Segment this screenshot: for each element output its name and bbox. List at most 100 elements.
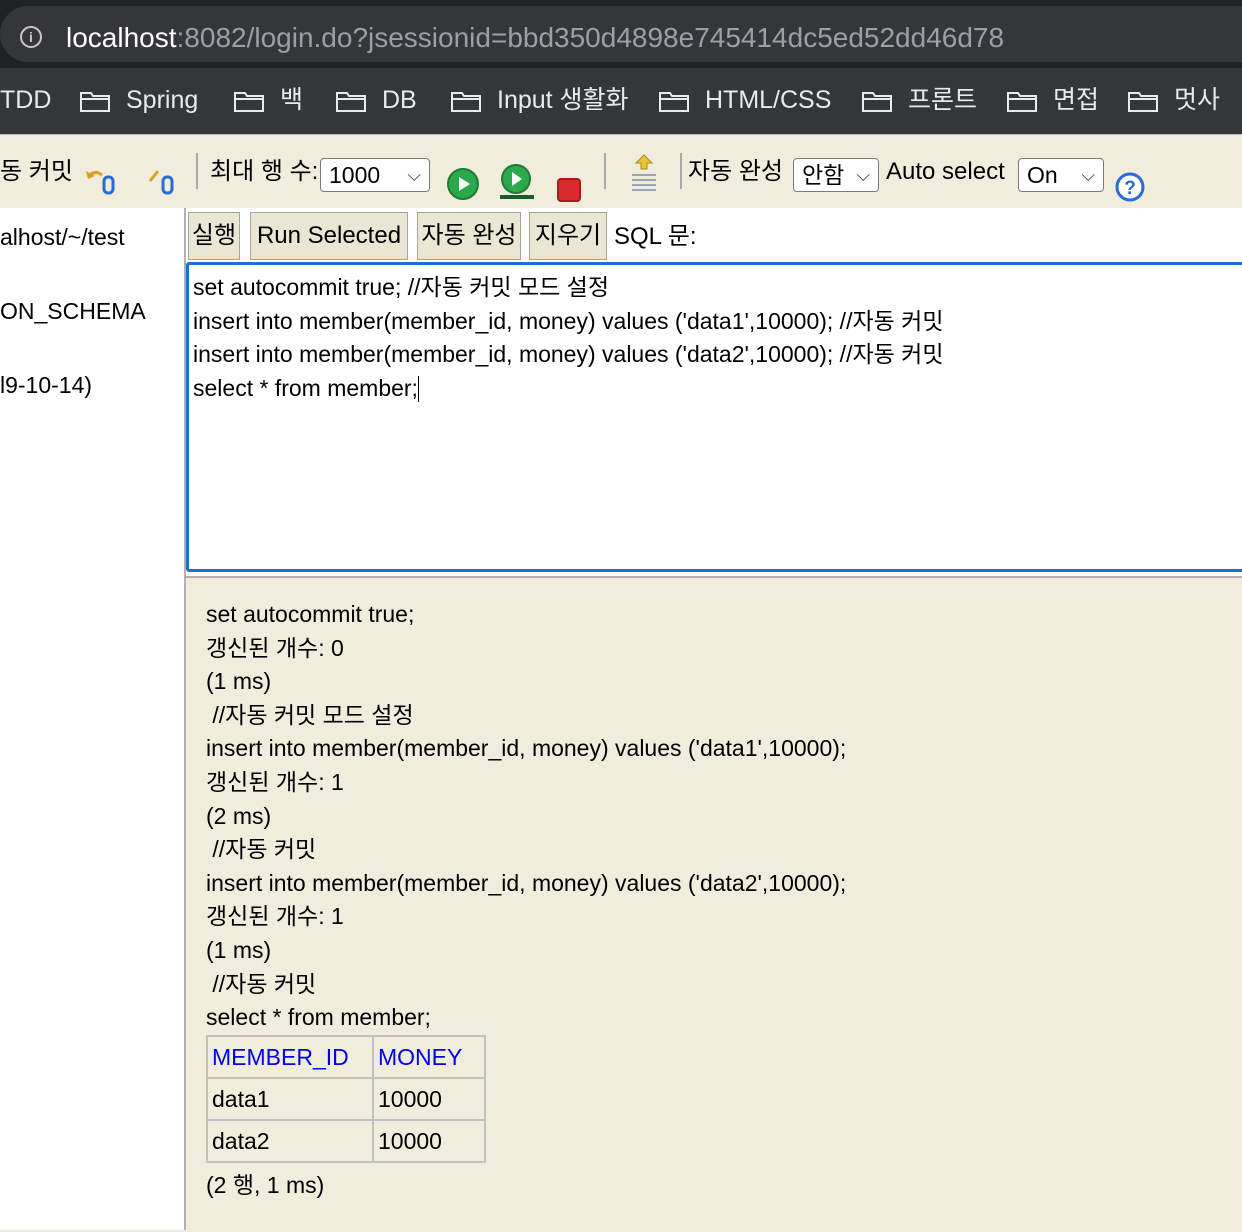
run-selected-button[interactable]: Run Selected <box>250 212 408 260</box>
run-selected-icon[interactable] <box>498 157 536 199</box>
stop-icon[interactable] <box>556 159 582 202</box>
sql-line: insert into member(member_id, money) val… <box>193 341 944 367</box>
sql-line: set autocommit true; //자동 커밋 모드 설정 <box>193 274 609 300</box>
sql-label: SQL 문: <box>614 223 697 250</box>
bookmark-folder[interactable]: DB <box>336 82 417 118</box>
autocomplete-select[interactable]: 안함 ⌵ <box>793 158 879 192</box>
sql-line-active: select * from member; <box>193 372 1242 406</box>
sql-line: select * from member; <box>193 374 418 401</box>
bookmark-label: 멋사 <box>1174 86 1221 114</box>
result-table: MEMBER_ID MONEY data1 10000 data2 10000 <box>206 1035 486 1163</box>
rollback-icon[interactable] <box>84 153 118 195</box>
query-panel: 실행 Run Selected 자동 완성 지우기 SQL 문: set aut… <box>186 208 1242 576</box>
auto-select-select[interactable]: On ⌵ <box>1018 158 1104 192</box>
schema-tree: alhost/~/test ON_SCHEMA l9-10-14) <box>0 208 186 1230</box>
text-caret <box>417 376 419 403</box>
result-footer: (2 행, 1 ms) <box>206 1172 325 1198</box>
table-header-row: MEMBER_ID MONEY <box>206 1035 486 1079</box>
autocomplete-label: 자동 완성 <box>688 158 783 185</box>
toolbar-separator <box>196 153 198 189</box>
column-header-member-id[interactable]: MEMBER_ID <box>206 1035 374 1079</box>
execute-button[interactable]: 실행 <box>188 212 240 260</box>
table-cell: data2 <box>206 1119 374 1163</box>
result-line: (2 ms) <box>206 802 272 829</box>
autocomplete-value: 안함 <box>802 162 845 188</box>
bookmark-folder[interactable]: 프론트 <box>862 82 977 118</box>
bookmark-label: Spring <box>126 86 199 114</box>
bookmark-folder[interactable]: HTML/CSS <box>659 82 831 118</box>
table-cell: 10000 <box>372 1077 486 1121</box>
bookmark-label: HTML/CSS <box>705 86 832 114</box>
bookmark-folder[interactable]: 면접 <box>1007 82 1099 118</box>
table-row: data2 10000 <box>206 1119 486 1163</box>
bookmark-item[interactable]: TDD <box>0 82 51 118</box>
toolbar-separator <box>604 153 606 189</box>
result-line: insert into member(member_id, money) val… <box>206 735 847 762</box>
result-line: //자동 커밋 <box>206 836 317 863</box>
autocomplete-button[interactable]: 자동 완성 <box>417 212 521 260</box>
help-glyph: ? <box>1124 178 1136 199</box>
tree-item-connection[interactable]: alhost/~/test <box>0 224 125 251</box>
tree-item-version[interactable]: l9-10-14) <box>0 372 92 399</box>
bookmark-label: 면접 <box>1053 86 1100 114</box>
max-rows-label: 최대 행 수: <box>210 158 319 185</box>
url-host: localhost <box>66 22 177 53</box>
result-line: 갱신된 개수: 0 <box>206 634 344 661</box>
bookmarks-bar: TDD Spring 백 DB Input 생활화 HTML/CSS 프론트 면… <box>0 68 1242 134</box>
result-line: //자동 커밋 <box>206 970 317 997</box>
column-header-money[interactable]: MONEY <box>372 1035 486 1079</box>
chevron-down-icon: ⌵ <box>856 165 870 185</box>
result-line: 갱신된 개수: 1 <box>206 903 344 930</box>
bookmark-label: DB <box>382 86 417 114</box>
result-line: 갱신된 개수: 1 <box>206 768 344 795</box>
result-log: set autocommit true; 갱신된 개수: 0 (1 ms) //… <box>206 598 846 1035</box>
bookmark-label: TDD <box>0 86 52 114</box>
commit-icon[interactable] <box>146 153 180 195</box>
folder-icon <box>862 90 892 113</box>
bookmark-label: 프론트 <box>908 86 978 114</box>
result-line: //자동 커밋 모드 설정 <box>206 701 414 728</box>
folder-icon <box>1128 90 1158 113</box>
history-icon[interactable] <box>628 151 660 193</box>
bookmark-folder[interactable]: Input 생활화 <box>451 82 629 118</box>
table-row: data1 10000 <box>206 1077 486 1121</box>
help-icon[interactable]: ? <box>1114 159 1146 202</box>
tree-item-schema[interactable]: ON_SCHEMA <box>0 298 146 325</box>
max-rows-select[interactable]: 1000 ⌵ <box>320 158 430 192</box>
toolbar-separator <box>680 153 682 189</box>
bookmark-folder[interactable]: Spring <box>80 82 198 118</box>
clear-button[interactable]: 지우기 <box>529 212 607 260</box>
folder-icon <box>80 90 110 113</box>
bookmark-label: 백 <box>280 86 304 114</box>
autocommit-label: 동 커밋 <box>0 158 73 185</box>
bookmark-folder[interactable]: 멋사 <box>1128 82 1220 118</box>
result-line: select * from member; <box>206 1004 431 1031</box>
result-line: set autocommit true; <box>206 601 415 627</box>
sql-line: insert into member(member_id, money) val… <box>193 307 944 334</box>
url-path: :8082/login.do?jsessionid=bbd350d4898e74… <box>176 22 1005 53</box>
folder-icon <box>336 90 366 113</box>
folder-icon <box>234 90 264 113</box>
chevron-down-icon: ⌵ <box>407 165 421 185</box>
sql-editor[interactable]: set autocommit true; //자동 커밋 모드 설정 inser… <box>186 262 1242 572</box>
url-text[interactable]: localhost:8082/login.do?jsessionid=bbd35… <box>66 22 1004 54</box>
results-panel: set autocommit true; 갱신된 개수: 0 (1 ms) //… <box>186 576 1242 1232</box>
result-line: (1 ms) <box>206 936 272 963</box>
browser-address-bar: i localhost:8082/login.do?jsessionid=bbd… <box>0 0 1242 68</box>
result-line: (1 ms) <box>206 668 272 695</box>
console-toolbar: 동 커밋 최대 행 수: 1000 ⌵ 자동 완성 안함 ⌵ Auto select… <box>0 134 1242 210</box>
table-cell: 10000 <box>372 1119 486 1163</box>
url-field[interactable]: i localhost:8082/login.do?jsessionid=bbd… <box>0 6 1242 62</box>
folder-icon <box>1007 90 1037 113</box>
bookmark-label: Input 생활화 <box>497 86 629 114</box>
result-line: insert into member(member_id, money) val… <box>206 869 847 896</box>
bookmark-folder[interactable]: 백 <box>234 82 303 118</box>
table-cell: data1 <box>206 1077 374 1121</box>
auto-select-label: Auto select <box>886 158 1005 185</box>
max-rows-value: 1000 <box>329 162 381 188</box>
chevron-down-icon: ⌵ <box>1081 165 1095 185</box>
folder-icon <box>451 90 481 113</box>
run-icon[interactable] <box>446 157 480 200</box>
folder-icon <box>659 90 689 113</box>
info-icon[interactable]: i <box>20 26 42 48</box>
